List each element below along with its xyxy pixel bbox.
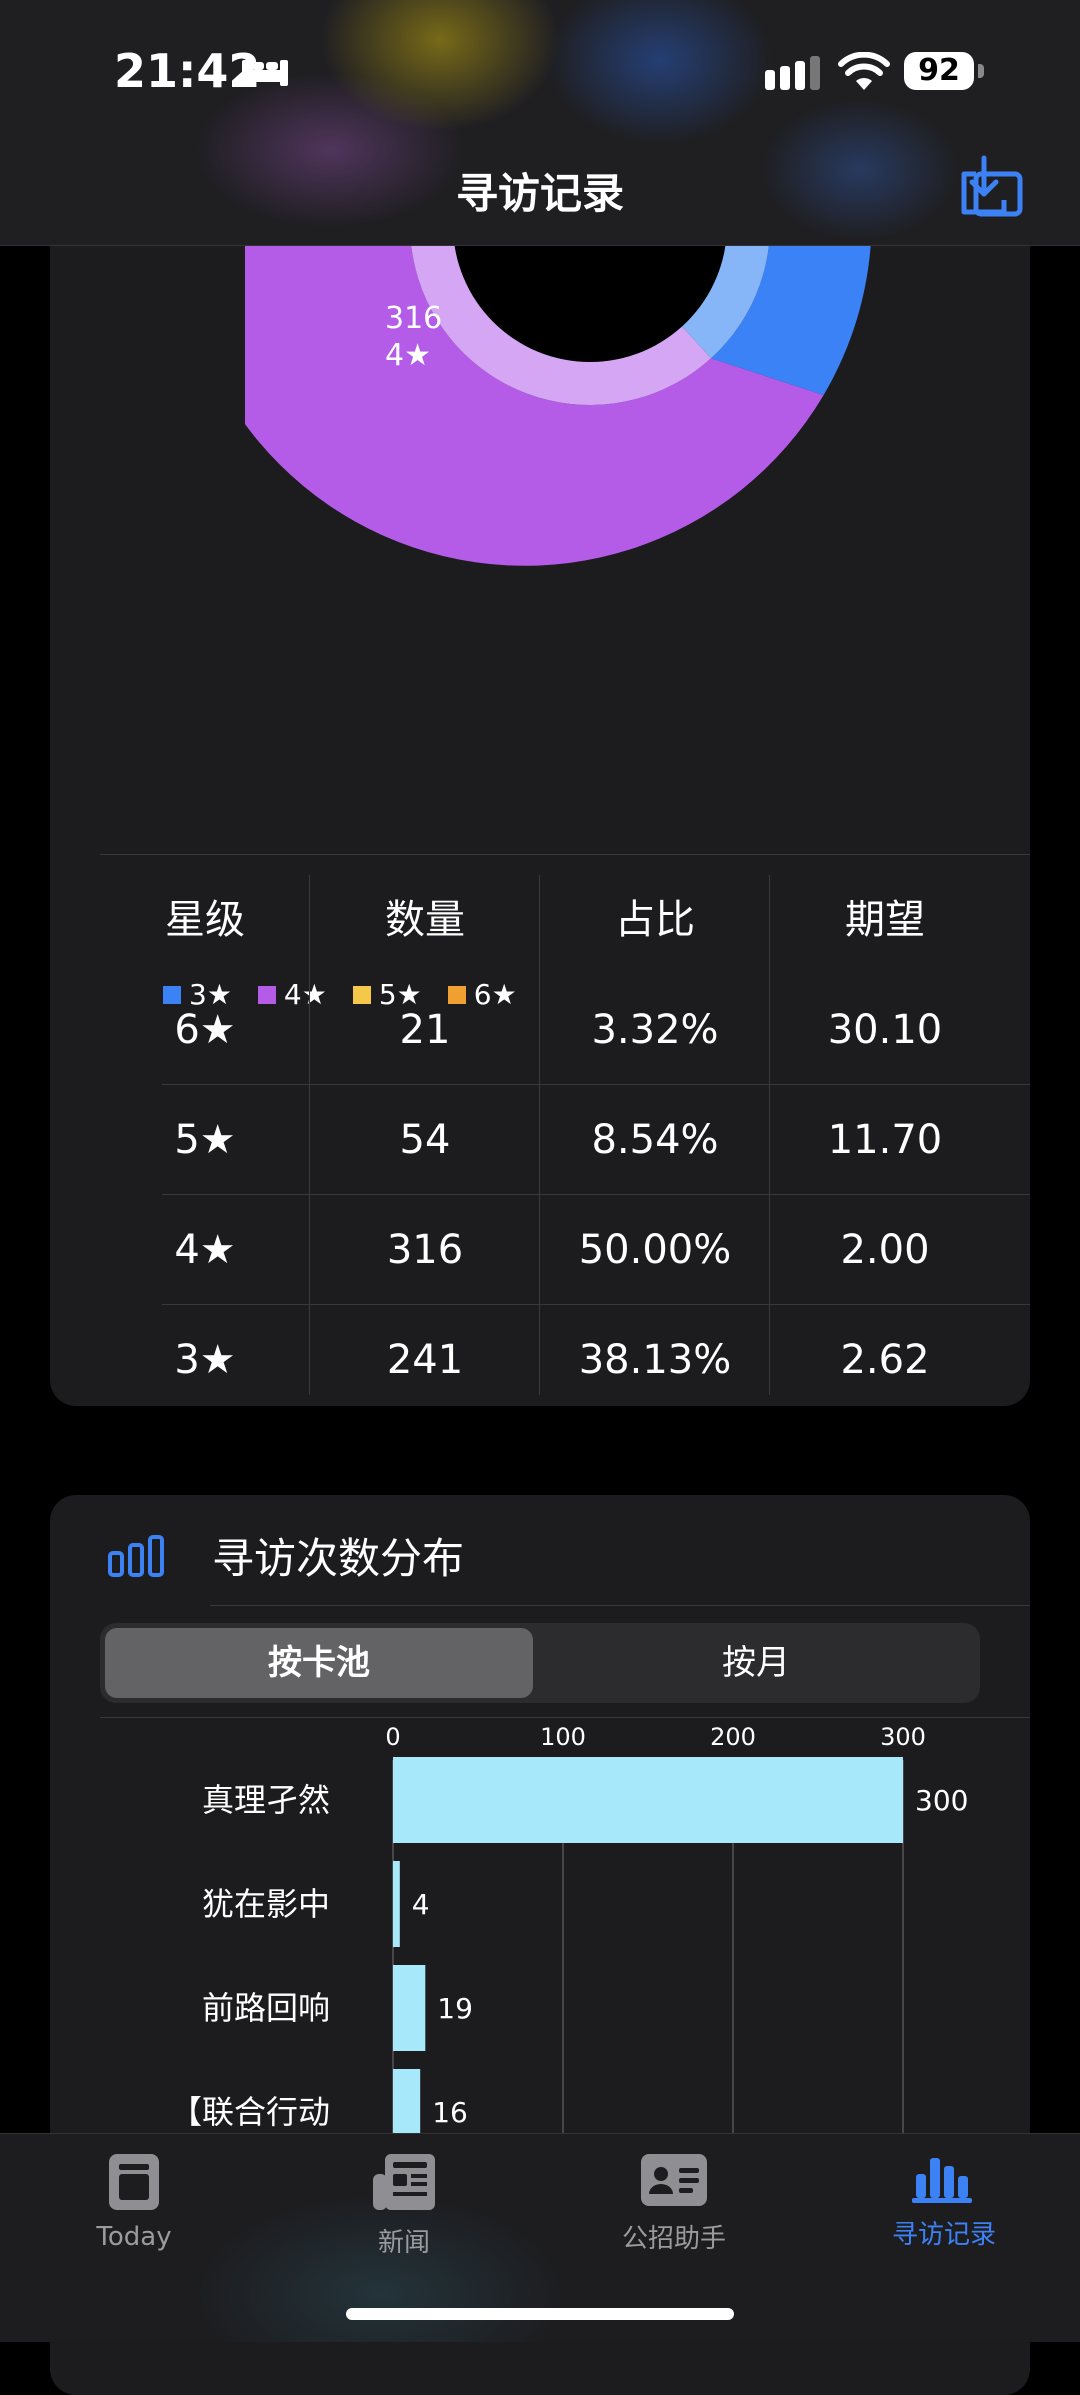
- export-icon[interactable]: [958, 154, 1024, 226]
- tab-label: 寻访记录: [891, 2220, 996, 2250]
- segment-by-month[interactable]: 按月: [537, 1628, 975, 1698]
- header-expect: 期望: [845, 897, 925, 943]
- x-tick-label: 0: [385, 1723, 400, 1751]
- section-divider: [210, 1605, 1030, 1606]
- cell-star: 5★: [174, 1117, 236, 1163]
- section-title: 寻访次数分布: [212, 1534, 465, 1583]
- newspaper-icon: [109, 2154, 159, 2210]
- star-donut-chart: 3★ 316 4★: [245, 200, 872, 566]
- tab-label: Today: [96, 2222, 172, 2252]
- news-icon: [373, 2154, 435, 2210]
- legend-divider: [100, 854, 1030, 855]
- bar: [393, 1757, 903, 1843]
- top-bar: 21:42 92 寻访记录: [0, 0, 1080, 246]
- cell-expect: 11.70: [827, 1117, 943, 1163]
- cell-count: 316: [386, 1227, 464, 1273]
- cell-ratio: 3.32%: [591, 1007, 719, 1053]
- cell-expect: 2.00: [840, 1227, 930, 1273]
- wifi-icon: [838, 52, 890, 90]
- cell-expect: 30.10: [827, 1007, 943, 1053]
- cell-count: 54: [399, 1117, 451, 1163]
- bar: [393, 1861, 400, 1947]
- cell-ratio: 8.54%: [591, 1117, 719, 1163]
- bar-category-label: 真理孑然: [202, 1781, 330, 1819]
- table-row: 3★ 241 38.13% 2.62: [50, 1305, 1030, 1415]
- tab-label: 新闻: [377, 2228, 430, 2258]
- bar-value-label: 16: [432, 2096, 468, 2129]
- star-table: 星级 数量 占比 期望 6★ 21 3.32% 30.10 5★ 54 8.54% 11.70…: [50, 865, 1030, 1415]
- home-indicator: [346, 2308, 734, 2320]
- pull-bar-chart: 0 100 200 300 真理孑然 300 犹在影中 4 前路回响 19 【联合行动 16: [170, 1723, 968, 2135]
- bar: [393, 2069, 421, 2135]
- donut-label-4star: 4★: [385, 338, 431, 373]
- battery-indicator: 92: [904, 52, 974, 90]
- cell-star: 3★: [174, 1337, 236, 1383]
- x-tick-label: 100: [540, 1723, 586, 1751]
- cell-ratio: 50.00%: [578, 1227, 732, 1273]
- header-ratio: 占比: [615, 897, 695, 943]
- donut-label-4star-value: 316: [385, 301, 442, 336]
- star-table-header: 星级 数量 占比 期望: [50, 865, 1030, 975]
- star-summary-card: 3★ 316 4★ 3★ 4★ 5★ 6★ 星级 数量 占比 期望 6★ 21 3.32%…: [50, 200, 1030, 1406]
- bar-chart-icon: [108, 1535, 164, 1577]
- cell-star: 4★: [174, 1227, 236, 1273]
- bar-chart-fill-icon: [912, 2158, 972, 2203]
- table-row: 4★ 316 50.00% 2.00: [50, 1195, 1030, 1305]
- cell-count: 21: [399, 1007, 451, 1053]
- cell-count: 241: [386, 1337, 464, 1383]
- cell-expect: 2.62: [840, 1337, 930, 1383]
- table-row: 6★ 21 3.32% 30.10: [50, 975, 1030, 1085]
- cell-ratio: 38.13%: [578, 1337, 732, 1383]
- bar-value-label: 4: [412, 1888, 430, 1921]
- sleep-focus-icon: [242, 60, 288, 86]
- bar-value-label: 19: [437, 1992, 473, 2025]
- tab-today[interactable]: Today: [34, 2152, 234, 2252]
- status-time: 21:42: [114, 44, 261, 98]
- bar: [393, 1965, 426, 2051]
- header-count: 数量: [385, 897, 465, 943]
- segment-by-pool[interactable]: 按卡池: [105, 1628, 533, 1698]
- cell-star: 6★: [174, 1007, 236, 1053]
- x-tick-label: 200: [710, 1723, 756, 1751]
- bar-category-label: 前路回响: [202, 1989, 330, 2027]
- bar-category-label: 犹在影中: [202, 1885, 330, 1923]
- page-title: 寻访记录: [455, 169, 624, 218]
- tab-pull-records[interactable]: 寻访记录: [844, 2152, 1044, 2251]
- cellular-signal-icon: [765, 56, 820, 90]
- tab-label: 公招助手: [621, 2224, 726, 2254]
- segmented-control: 按卡池 按月: [100, 1623, 980, 1703]
- tab-news[interactable]: 新闻: [304, 2152, 504, 2259]
- bar-category-label: 【联合行动: [170, 2093, 330, 2131]
- header-star: 星级: [165, 897, 245, 943]
- id-card-icon: [641, 2154, 707, 2206]
- bar-value-label: 300: [915, 1784, 968, 1817]
- table-row: 5★ 54 8.54% 11.70: [50, 1085, 1030, 1195]
- star-table-body: 6★ 21 3.32% 30.10 5★ 54 8.54% 11.70 4★ 316 50.00% 2…: [50, 975, 1030, 1415]
- x-tick-label: 300: [880, 1723, 926, 1751]
- tab-recruit-helper[interactable]: 公招助手: [574, 2152, 774, 2255]
